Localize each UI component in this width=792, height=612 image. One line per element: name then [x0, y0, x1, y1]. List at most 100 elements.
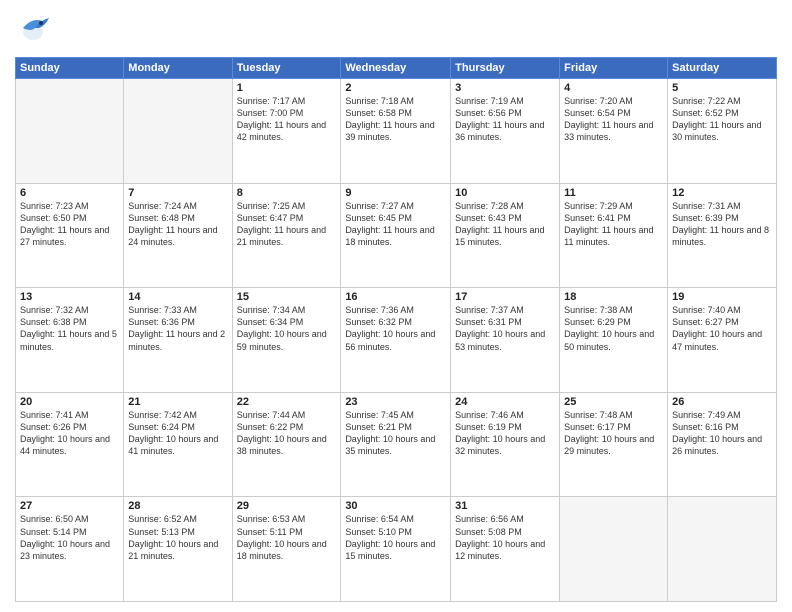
day-detail: Sunrise: 7:25 AMSunset: 6:47 PMDaylight:…: [237, 200, 337, 249]
weekday-monday: Monday: [124, 58, 232, 79]
day-number: 23: [345, 396, 446, 408]
day-cell: 14Sunrise: 7:33 AMSunset: 6:36 PMDayligh…: [124, 288, 232, 393]
day-number: 24: [455, 396, 555, 408]
day-number: 30: [345, 500, 446, 512]
week-row-2: 6Sunrise: 7:23 AMSunset: 6:50 PMDaylight…: [16, 183, 777, 288]
day-number: 7: [128, 187, 227, 199]
day-cell: 28Sunrise: 6:52 AMSunset: 5:13 PMDayligh…: [124, 497, 232, 602]
day-cell: 18Sunrise: 7:38 AMSunset: 6:29 PMDayligh…: [560, 288, 668, 393]
day-cell: 9Sunrise: 7:27 AMSunset: 6:45 PMDaylight…: [341, 183, 451, 288]
day-number: 22: [237, 396, 337, 408]
day-cell: 10Sunrise: 7:28 AMSunset: 6:43 PMDayligh…: [451, 183, 560, 288]
day-cell: [124, 79, 232, 184]
day-detail: Sunrise: 7:38 AMSunset: 6:29 PMDaylight:…: [564, 304, 663, 353]
day-number: 18: [564, 291, 663, 303]
weekday-sunday: Sunday: [16, 58, 124, 79]
day-cell: 20Sunrise: 7:41 AMSunset: 6:26 PMDayligh…: [16, 392, 124, 497]
day-number: 8: [237, 187, 337, 199]
day-cell: 11Sunrise: 7:29 AMSunset: 6:41 PMDayligh…: [560, 183, 668, 288]
day-number: 11: [564, 187, 663, 199]
day-number: 25: [564, 396, 663, 408]
logo-icon: [15, 10, 51, 51]
day-detail: Sunrise: 6:54 AMSunset: 5:10 PMDaylight:…: [345, 513, 446, 562]
day-number: 5: [672, 82, 772, 94]
day-cell: 15Sunrise: 7:34 AMSunset: 6:34 PMDayligh…: [232, 288, 341, 393]
day-detail: Sunrise: 7:22 AMSunset: 6:52 PMDaylight:…: [672, 95, 772, 144]
day-cell: 22Sunrise: 7:44 AMSunset: 6:22 PMDayligh…: [232, 392, 341, 497]
week-row-3: 13Sunrise: 7:32 AMSunset: 6:38 PMDayligh…: [16, 288, 777, 393]
day-detail: Sunrise: 7:34 AMSunset: 6:34 PMDaylight:…: [237, 304, 337, 353]
day-detail: Sunrise: 7:20 AMSunset: 6:54 PMDaylight:…: [564, 95, 663, 144]
day-cell: 19Sunrise: 7:40 AMSunset: 6:27 PMDayligh…: [668, 288, 777, 393]
day-detail: Sunrise: 6:56 AMSunset: 5:08 PMDaylight:…: [455, 513, 555, 562]
day-cell: 17Sunrise: 7:37 AMSunset: 6:31 PMDayligh…: [451, 288, 560, 393]
day-cell: 31Sunrise: 6:56 AMSunset: 5:08 PMDayligh…: [451, 497, 560, 602]
day-number: 29: [237, 500, 337, 512]
day-detail: Sunrise: 6:53 AMSunset: 5:11 PMDaylight:…: [237, 513, 337, 562]
day-number: 27: [20, 500, 119, 512]
day-detail: Sunrise: 7:45 AMSunset: 6:21 PMDaylight:…: [345, 409, 446, 458]
day-cell: 25Sunrise: 7:48 AMSunset: 6:17 PMDayligh…: [560, 392, 668, 497]
day-cell: [668, 497, 777, 602]
day-detail: Sunrise: 7:33 AMSunset: 6:36 PMDaylight:…: [128, 304, 227, 353]
day-detail: Sunrise: 6:52 AMSunset: 5:13 PMDaylight:…: [128, 513, 227, 562]
weekday-wednesday: Wednesday: [341, 58, 451, 79]
day-detail: Sunrise: 7:46 AMSunset: 6:19 PMDaylight:…: [455, 409, 555, 458]
logo: [15, 10, 53, 51]
day-number: 3: [455, 82, 555, 94]
day-detail: Sunrise: 7:17 AMSunset: 7:00 PMDaylight:…: [237, 95, 337, 144]
day-number: 9: [345, 187, 446, 199]
weekday-friday: Friday: [560, 58, 668, 79]
day-number: 1: [237, 82, 337, 94]
day-cell: 3Sunrise: 7:19 AMSunset: 6:56 PMDaylight…: [451, 79, 560, 184]
day-number: 13: [20, 291, 119, 303]
day-number: 12: [672, 187, 772, 199]
day-detail: Sunrise: 7:27 AMSunset: 6:45 PMDaylight:…: [345, 200, 446, 249]
day-cell: 13Sunrise: 7:32 AMSunset: 6:38 PMDayligh…: [16, 288, 124, 393]
day-detail: Sunrise: 7:28 AMSunset: 6:43 PMDaylight:…: [455, 200, 555, 249]
day-number: 19: [672, 291, 772, 303]
day-number: 10: [455, 187, 555, 199]
day-number: 4: [564, 82, 663, 94]
day-cell: 5Sunrise: 7:22 AMSunset: 6:52 PMDaylight…: [668, 79, 777, 184]
day-cell: 29Sunrise: 6:53 AMSunset: 5:11 PMDayligh…: [232, 497, 341, 602]
week-row-4: 20Sunrise: 7:41 AMSunset: 6:26 PMDayligh…: [16, 392, 777, 497]
week-row-5: 27Sunrise: 6:50 AMSunset: 5:14 PMDayligh…: [16, 497, 777, 602]
day-number: 14: [128, 291, 227, 303]
day-cell: [560, 497, 668, 602]
calendar: SundayMondayTuesdayWednesdayThursdayFrid…: [15, 57, 777, 602]
day-detail: Sunrise: 6:50 AMSunset: 5:14 PMDaylight:…: [20, 513, 119, 562]
day-number: 2: [345, 82, 446, 94]
weekday-tuesday: Tuesday: [232, 58, 341, 79]
day-cell: 6Sunrise: 7:23 AMSunset: 6:50 PMDaylight…: [16, 183, 124, 288]
day-detail: Sunrise: 7:40 AMSunset: 6:27 PMDaylight:…: [672, 304, 772, 353]
day-number: 28: [128, 500, 227, 512]
day-detail: Sunrise: 7:42 AMSunset: 6:24 PMDaylight:…: [128, 409, 227, 458]
day-detail: Sunrise: 7:31 AMSunset: 6:39 PMDaylight:…: [672, 200, 772, 249]
day-number: 31: [455, 500, 555, 512]
day-detail: Sunrise: 7:24 AMSunset: 6:48 PMDaylight:…: [128, 200, 227, 249]
day-detail: Sunrise: 7:48 AMSunset: 6:17 PMDaylight:…: [564, 409, 663, 458]
day-detail: Sunrise: 7:18 AMSunset: 6:58 PMDaylight:…: [345, 95, 446, 144]
day-cell: 23Sunrise: 7:45 AMSunset: 6:21 PMDayligh…: [341, 392, 451, 497]
day-cell: [16, 79, 124, 184]
day-cell: 24Sunrise: 7:46 AMSunset: 6:19 PMDayligh…: [451, 392, 560, 497]
weekday-header-row: SundayMondayTuesdayWednesdayThursdayFrid…: [16, 58, 777, 79]
day-cell: 21Sunrise: 7:42 AMSunset: 6:24 PMDayligh…: [124, 392, 232, 497]
day-number: 17: [455, 291, 555, 303]
day-number: 16: [345, 291, 446, 303]
day-number: 15: [237, 291, 337, 303]
day-cell: 30Sunrise: 6:54 AMSunset: 5:10 PMDayligh…: [341, 497, 451, 602]
day-detail: Sunrise: 7:36 AMSunset: 6:32 PMDaylight:…: [345, 304, 446, 353]
day-cell: 1Sunrise: 7:17 AMSunset: 7:00 PMDaylight…: [232, 79, 341, 184]
day-number: 6: [20, 187, 119, 199]
day-detail: Sunrise: 7:49 AMSunset: 6:16 PMDaylight:…: [672, 409, 772, 458]
day-cell: 4Sunrise: 7:20 AMSunset: 6:54 PMDaylight…: [560, 79, 668, 184]
day-cell: 27Sunrise: 6:50 AMSunset: 5:14 PMDayligh…: [16, 497, 124, 602]
day-detail: Sunrise: 7:32 AMSunset: 6:38 PMDaylight:…: [20, 304, 119, 353]
day-cell: 7Sunrise: 7:24 AMSunset: 6:48 PMDaylight…: [124, 183, 232, 288]
day-cell: 26Sunrise: 7:49 AMSunset: 6:16 PMDayligh…: [668, 392, 777, 497]
day-number: 20: [20, 396, 119, 408]
day-number: 21: [128, 396, 227, 408]
day-cell: 16Sunrise: 7:36 AMSunset: 6:32 PMDayligh…: [341, 288, 451, 393]
